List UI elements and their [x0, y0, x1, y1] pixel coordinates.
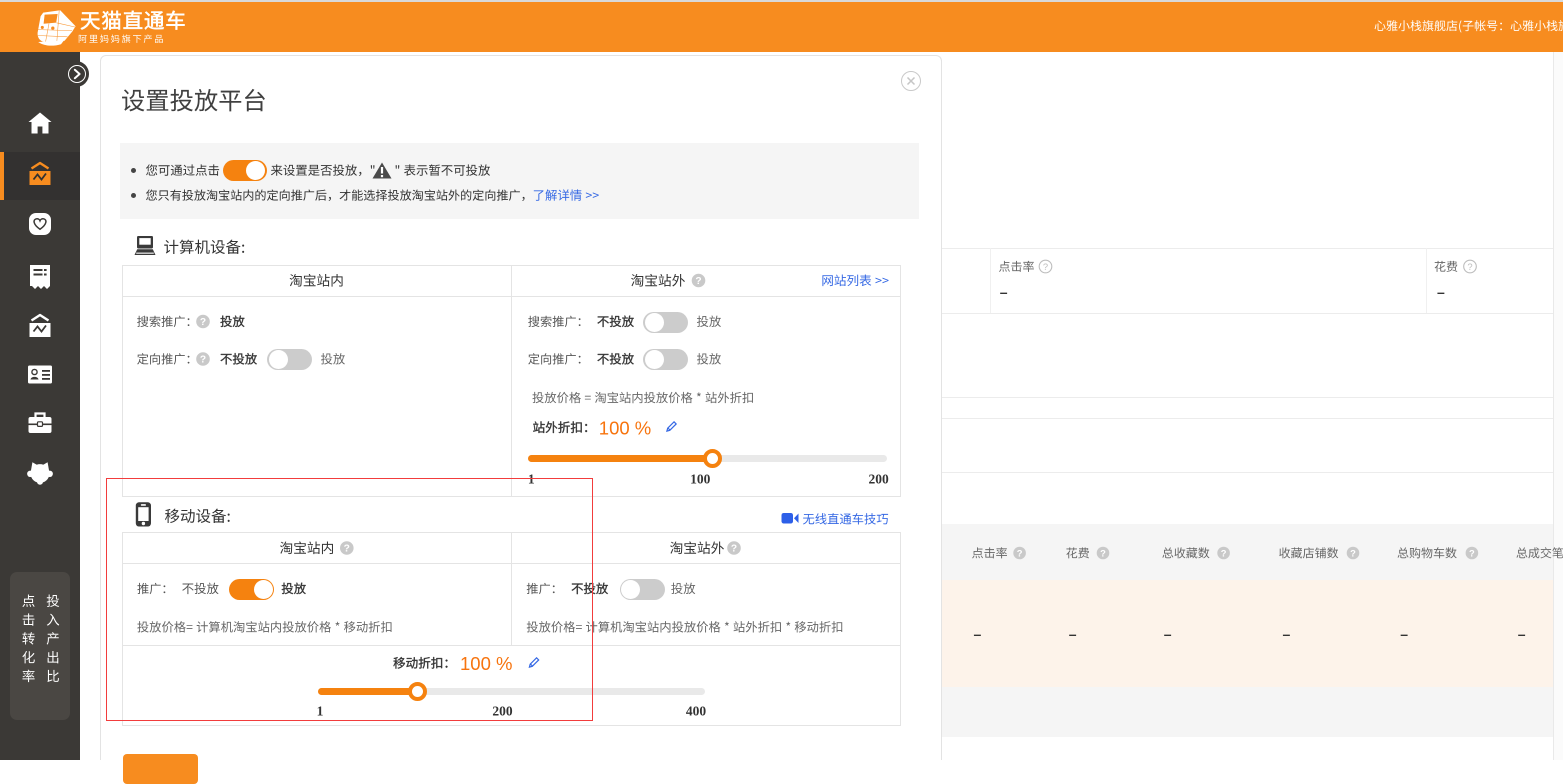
svg-text:–: – [1000, 284, 1008, 300]
svg-text:?: ? [1467, 261, 1472, 272]
svg-text:–: – [1437, 284, 1445, 300]
svg-text:?: ? [1043, 261, 1048, 272]
